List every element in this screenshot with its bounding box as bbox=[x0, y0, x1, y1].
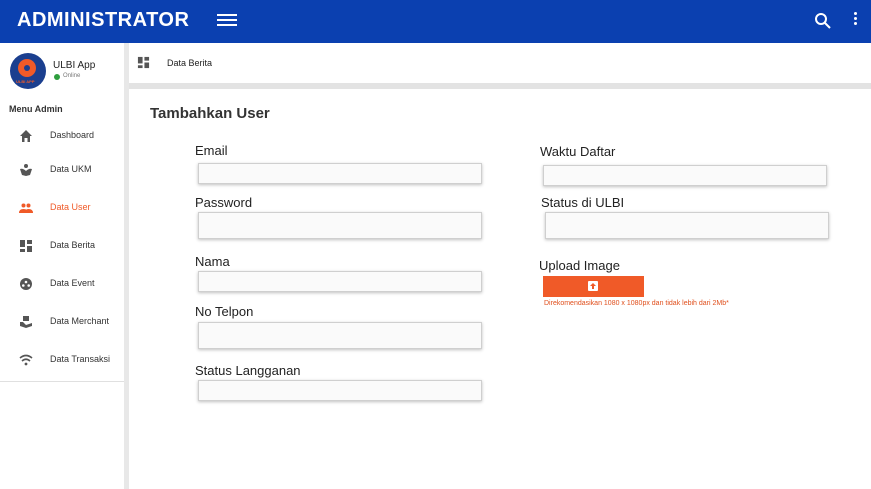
sidebar-item-label: Data Berita bbox=[50, 240, 96, 250]
sidebar-item-data-merchant[interactable]: Data Merchant bbox=[0, 307, 124, 337]
page-title: Tambahkan User bbox=[150, 105, 270, 122]
group-hands-icon bbox=[20, 164, 32, 176]
online-status-dot bbox=[54, 74, 60, 80]
status-langganan-label: Status Langganan bbox=[195, 363, 301, 378]
waktu-daftar-field[interactable] bbox=[543, 165, 827, 186]
email-label: Email bbox=[195, 143, 228, 158]
nama-label: Nama bbox=[195, 254, 230, 269]
search-icon[interactable] bbox=[814, 12, 832, 30]
more-vert-icon[interactable] bbox=[848, 12, 862, 30]
top-app-bar: ADMINISTRATOR bbox=[0, 0, 871, 43]
status-ulbi-label: Status di ULBI bbox=[541, 195, 625, 210]
email-field[interactable] bbox=[198, 163, 482, 184]
sidebar-item-label: Data Event bbox=[50, 278, 95, 288]
sidebar-item-label: Data User bbox=[50, 202, 91, 212]
dashboard-grid-icon bbox=[137, 56, 150, 69]
app-logo: ULBI APP bbox=[10, 53, 46, 89]
app-title: ADMINISTRATOR bbox=[17, 9, 190, 31]
profile-name: ULBI App bbox=[53, 60, 96, 71]
hand-box-icon bbox=[20, 316, 32, 328]
status-langganan-field[interactable] bbox=[198, 380, 482, 401]
people-icon bbox=[19, 203, 33, 213]
breadcrumb-label: Data Berita bbox=[167, 58, 213, 68]
password-field[interactable] bbox=[198, 212, 482, 239]
breadcrumb: Data Berita bbox=[129, 43, 871, 83]
online-status-text: Online bbox=[63, 73, 81, 79]
menu-title: Menu Admin bbox=[9, 104, 63, 114]
sidebar-item-data-event[interactable]: Data Event bbox=[0, 269, 124, 299]
sidebar-item-data-transaksi[interactable]: Data Transaksi bbox=[0, 345, 124, 375]
menu-toggle-icon[interactable] bbox=[217, 14, 237, 28]
password-label: Password bbox=[195, 195, 253, 210]
upload-image-label: Upload Image bbox=[539, 258, 620, 273]
add-user-form: Tambahkan User Email Password Nama No Te… bbox=[129, 89, 871, 489]
telpon-field[interactable] bbox=[198, 322, 482, 349]
sidebar: ULBI APP ULBI App Online Menu Admin Dash… bbox=[0, 43, 126, 489]
upload-hint: Direkomendasikan 1080 x 1080px dan tidak… bbox=[544, 300, 729, 307]
sidebar-item-data-ukm[interactable]: Data UKM bbox=[0, 155, 124, 185]
ball-icon bbox=[20, 278, 32, 290]
sidebar-item-label: Data Transaksi bbox=[50, 354, 111, 364]
nama-field[interactable] bbox=[198, 271, 482, 292]
sidebar-item-data-berita[interactable]: Data Berita bbox=[0, 231, 124, 261]
sidebar-divider bbox=[0, 381, 124, 382]
dashboard-grid-icon bbox=[20, 240, 32, 252]
upload-image-button[interactable] bbox=[543, 276, 644, 297]
home-icon bbox=[20, 130, 32, 142]
sidebar-item-dashboard[interactable]: Dashboard bbox=[0, 121, 124, 151]
wifi-icon bbox=[19, 354, 33, 366]
upload-icon bbox=[588, 281, 598, 291]
sidebar-item-label: Dashboard bbox=[50, 130, 95, 140]
waktu-daftar-label: Waktu Daftar bbox=[540, 144, 616, 159]
sidebar-item-label: Data Merchant bbox=[50, 316, 110, 326]
sidebar-item-data-user[interactable]: Data User bbox=[0, 193, 124, 223]
sidebar-item-label: Data UKM bbox=[50, 164, 92, 174]
telpon-label: No Telpon bbox=[195, 304, 254, 319]
status-ulbi-field[interactable] bbox=[545, 212, 829, 239]
